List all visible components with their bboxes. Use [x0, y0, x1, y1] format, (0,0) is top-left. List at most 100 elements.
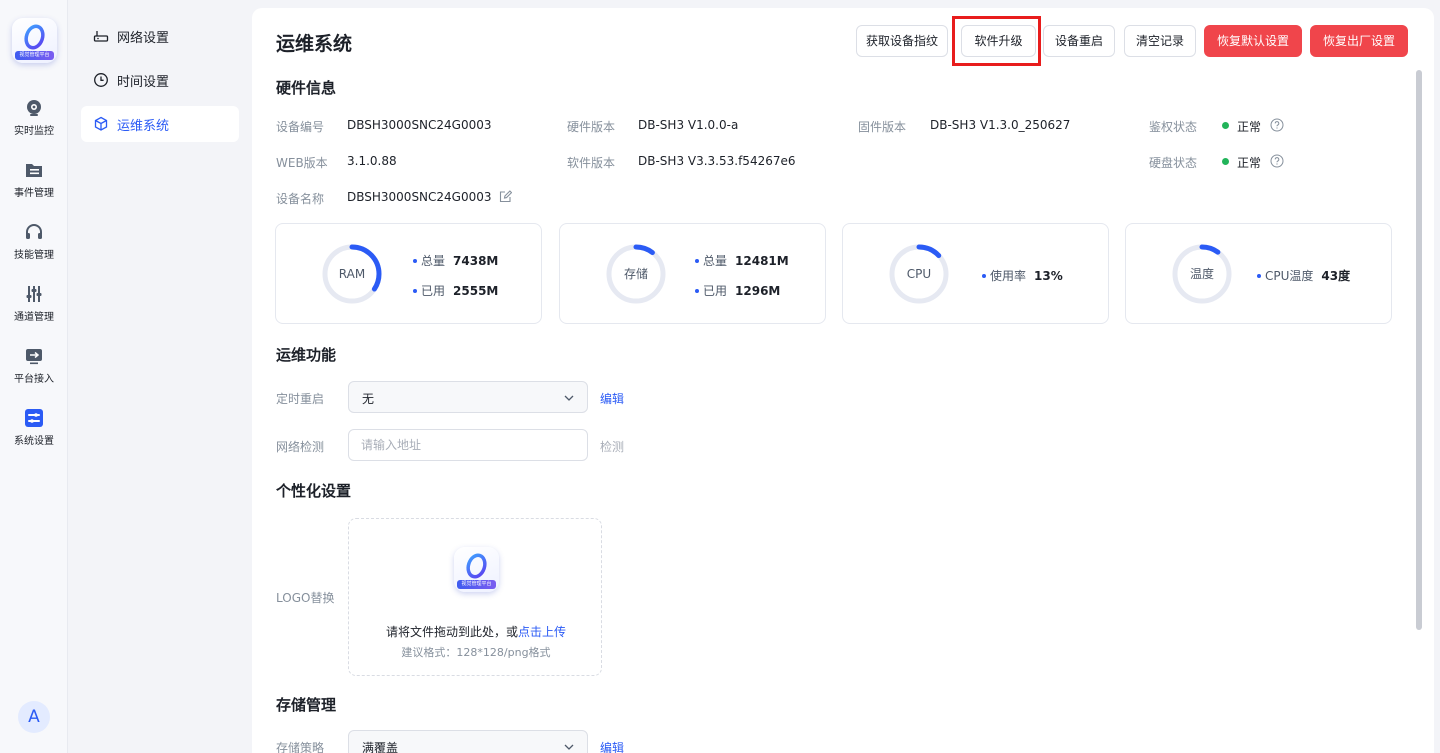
restore-default-button[interactable]: 恢复默认设置 [1204, 25, 1302, 57]
settings-toggle-icon [25, 409, 43, 427]
storage-used-stat: 已用 1296M [695, 282, 780, 299]
chevron-down-icon [564, 395, 574, 401]
main-panel: 运维系统 获取设备指纹 软件升级 设备重启 清空记录 恢复默认设置 恢复出厂设置… [252, 8, 1434, 753]
logo-text: 视觉管理平台 [15, 51, 54, 60]
temp-gauge-label: 温度 [1189, 267, 1214, 281]
chevron-down-icon [564, 744, 574, 750]
logo-ring-icon [24, 24, 45, 50]
rail-item-label: 技能管理 [14, 250, 54, 261]
device-name-value: DBSH3000SNC24G0003 [347, 190, 492, 204]
cpu-usage-label: 使用率 [990, 269, 1027, 283]
cpu-usage-stat: 使用率 13% [982, 267, 1063, 284]
storage-card: 存储 总量 12481M 已用 1296M [559, 223, 826, 324]
storage-policy-value: 满覆盖 [362, 741, 399, 753]
disk-status-label: 硬盘状态 [1149, 156, 1198, 170]
logo-upload-area[interactable]: 视觉管理平台 请将文件拖动到此处，或点击上传 建议格式：128*128/png格… [348, 518, 602, 676]
ram-gauge-label: RAM [338, 267, 366, 281]
factory-reset-button[interactable]: 恢复出厂设置 [1310, 25, 1408, 57]
device-name-label: 设备名称 [276, 192, 325, 206]
device-no-value: DBSH3000SNC24G0003 [347, 118, 492, 132]
ram-total-stat: 总量 7438M [413, 252, 498, 269]
disk-status-dot [1222, 158, 1229, 165]
ram-card: RAM 总量 7438M 已用 2555M [275, 223, 542, 324]
headset-icon [26, 224, 42, 239]
subnav-label: 网络设置 [117, 31, 170, 46]
sliders-icon [26, 286, 42, 302]
ram-used-value: 2555M [453, 284, 499, 298]
logo-text: 视觉管理平台 [457, 580, 496, 589]
sw-version-value: DB-SH3 V3.3.53.f54267e6 [638, 154, 796, 168]
upload-hint: 建议格式：128*128/png格式 [401, 646, 551, 659]
rail-item-channels[interactable]: 通道管理 [0, 284, 68, 324]
cpu-usage-value: 13% [1034, 269, 1063, 283]
edit-storage-link[interactable]: 编辑 [600, 739, 624, 753]
help-icon[interactable] [1270, 118, 1284, 132]
clear-records-button[interactable]: 清空记录 [1124, 25, 1196, 57]
ram-used-stat: 已用 2555M [413, 282, 498, 299]
auth-status-value: 正常 [1237, 120, 1262, 134]
edit-reboot-link[interactable]: 编辑 [600, 390, 624, 407]
storage-total-stat: 总量 12481M [695, 252, 789, 269]
scheduled-reboot-label: 定时重启 [276, 392, 325, 406]
network-detect-label: 网络检测 [276, 440, 325, 454]
storage-used-label: 已用 [703, 284, 728, 298]
ram-total-value: 7438M [453, 254, 499, 268]
clock-icon [94, 73, 108, 87]
folder-list-icon [26, 164, 42, 177]
user-avatar[interactable]: A [18, 701, 50, 733]
temp-card: 温度 CPU温度 43度 [1125, 223, 1392, 324]
rail-item-label: 实时监控 [14, 126, 54, 137]
detect-link[interactable]: 检测 [600, 438, 624, 455]
web-version-value: 3.1.0.88 [347, 154, 397, 168]
edit-icon[interactable] [499, 190, 512, 203]
ram-used-label: 已用 [421, 284, 446, 298]
fw-version-label: 固件版本 [858, 120, 907, 134]
auth-status-label: 鉴权状态 [1149, 120, 1198, 134]
storage-total-label: 总量 [703, 254, 728, 268]
subnav-item-ops[interactable]: 运维系统 [81, 106, 239, 142]
upload-instruction: 请将文件拖动到此处，或 [385, 625, 518, 639]
storage-used-value: 1296M [735, 284, 781, 298]
storage-total-value: 12481M [735, 254, 789, 268]
hw-version-value: DB-SH3 V1.0.0-a [638, 118, 739, 132]
device-no-label: 设备编号 [276, 120, 325, 134]
page-title: 运维系统 [276, 33, 353, 55]
hw-version-label: 硬件版本 [567, 120, 616, 134]
rail-item-platform[interactable]: 平台接入 [0, 346, 68, 386]
arrow-box-icon [26, 349, 42, 365]
logo-preview: 视觉管理平台 [454, 547, 499, 592]
subnav-item-time[interactable]: 时间设置 [81, 62, 239, 98]
storage-policy-select[interactable]: 满覆盖 [348, 730, 588, 753]
cpu-temp-value: 43度 [1321, 269, 1351, 283]
fw-version-value: DB-SH3 V1.3.0_250627 [930, 118, 1071, 132]
rail-item-system-settings[interactable]: 系统设置 [0, 408, 68, 448]
web-version-label: WEB版本 [276, 156, 328, 170]
ops-section-title: 运维功能 [276, 346, 337, 364]
scheduled-reboot-select[interactable]: 无 [348, 381, 588, 413]
app-logo[interactable]: 视觉管理平台 [12, 18, 57, 63]
cpu-temp-stat: CPU温度 43度 [1257, 267, 1350, 284]
disk-status-value: 正常 [1237, 156, 1262, 170]
help-icon[interactable] [1270, 154, 1284, 168]
personal-section-title: 个性化设置 [276, 482, 352, 500]
rail-item-label: 平台接入 [14, 374, 54, 385]
cpu-gauge-label: CPU [906, 267, 932, 281]
camera-icon [27, 100, 41, 116]
network-address-input[interactable] [348, 429, 588, 461]
rail-item-label: 事件管理 [14, 188, 54, 199]
highlight-box [952, 16, 1041, 66]
router-icon [93, 31, 109, 42]
rail-item-skills[interactable]: 技能管理 [0, 222, 68, 262]
main-scrollbar[interactable] [1416, 70, 1422, 630]
subnav-item-network[interactable]: 网络设置 [81, 18, 239, 54]
storage-gauge-label: 存储 [623, 267, 648, 281]
device-reboot-button[interactable]: 设备重启 [1043, 25, 1115, 57]
hardware-section-title: 硬件信息 [276, 79, 337, 97]
rail-item-label: 系统设置 [14, 436, 54, 447]
subnav-label: 时间设置 [117, 75, 170, 90]
click-upload-link[interactable]: 点击上传 [518, 625, 566, 639]
get-fingerprint-button[interactable]: 获取设备指纹 [856, 25, 948, 57]
sw-version-label: 软件版本 [567, 156, 616, 170]
rail-item-events[interactable]: 事件管理 [0, 160, 68, 200]
rail-item-monitor[interactable]: 实时监控 [0, 98, 68, 138]
